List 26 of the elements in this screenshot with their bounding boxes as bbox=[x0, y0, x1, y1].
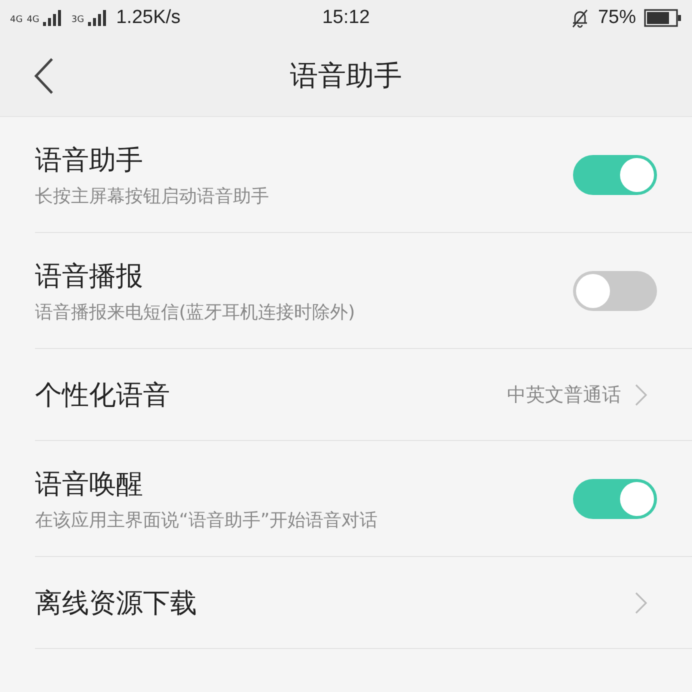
signal-icon bbox=[88, 10, 108, 26]
signal-icon bbox=[43, 10, 64, 26]
network-label: 3G bbox=[71, 15, 84, 25]
toggle-switch[interactable] bbox=[573, 478, 657, 518]
network-speed: 1.25K/s bbox=[116, 7, 181, 29]
clock: 15:12 bbox=[322, 7, 370, 29]
setting-title: 语音唤醒 bbox=[35, 468, 144, 502]
battery-percent: 75% bbox=[598, 7, 636, 29]
muted-bell-icon bbox=[570, 8, 590, 28]
setting-description: 长按主屏幕按钮启动语音助手 bbox=[35, 184, 269, 208]
chevron-right-icon[interactable] bbox=[635, 384, 647, 406]
toggle-switch[interactable] bbox=[573, 270, 657, 310]
setting-title: 语音播报 bbox=[35, 260, 144, 294]
setting-value: 中英文普通话 bbox=[507, 382, 621, 408]
setting-title: 个性化语音 bbox=[35, 378, 170, 412]
setting-description: 语音播报来电短信(蓝牙耳机连接时除外) bbox=[35, 300, 356, 324]
network-label: 4G bbox=[26, 15, 40, 25]
setting-title: 语音助手 bbox=[35, 144, 144, 178]
battery-icon bbox=[644, 9, 682, 27]
setting-description: 在该应用主界面说“语音助手”开始语音对话 bbox=[35, 508, 378, 532]
back-icon[interactable] bbox=[34, 58, 54, 94]
setting-title: 离线资源下载 bbox=[35, 586, 197, 620]
chevron-right-icon[interactable] bbox=[635, 592, 647, 614]
toggle-switch[interactable] bbox=[573, 154, 657, 194]
network-label: 4G bbox=[10, 15, 23, 25]
page-title: 语音助手 bbox=[290, 58, 402, 94]
